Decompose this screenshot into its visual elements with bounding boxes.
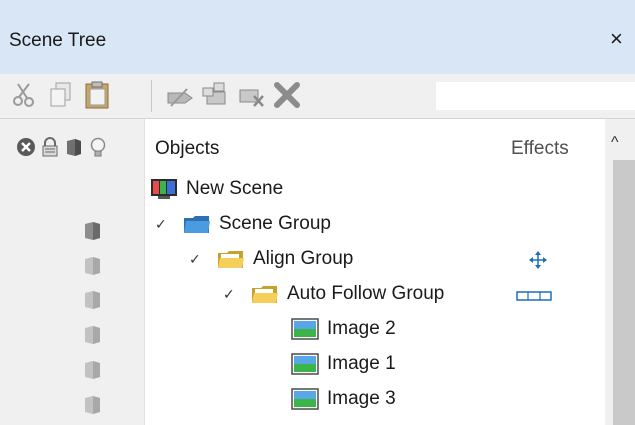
effects-column-header[interactable]: Effects: [511, 138, 569, 160]
title-bar: Scene Tree ×: [0, 0, 635, 74]
tree-row-image-3[interactable]: Image 3: [291, 381, 396, 417]
rectangle-outline-icon[interactable]: [516, 290, 552, 302]
image-icon: [291, 353, 319, 375]
yellow-folder-icon: [218, 251, 244, 268]
tree-row-align-group[interactable]: ✓ Align Group: [189, 241, 353, 277]
tree-row-scene-group[interactable]: ✓ Scene Group: [155, 206, 331, 242]
disable-icon[interactable]: [15, 136, 37, 158]
paste-icon[interactable]: [82, 80, 112, 110]
tree-item-label: Image 2: [327, 318, 396, 339]
visibility-icon[interactable]: [63, 136, 85, 158]
chevron-down-icon[interactable]: ✓: [223, 286, 241, 303]
scroll-up-arrow[interactable]: ^: [611, 134, 619, 152]
blue-folder-icon: [184, 216, 210, 233]
chevron-down-icon[interactable]: ✓: [189, 251, 207, 268]
visibility-column: [0, 119, 145, 425]
ungroup-icon[interactable]: [236, 80, 266, 110]
tree-row-image-1[interactable]: Image 1: [291, 346, 396, 382]
toolbar-separator: [151, 80, 152, 112]
lock-icon[interactable]: [39, 136, 61, 158]
visibility-toggle-icon[interactable]: [80, 255, 104, 277]
tree-item-label: Align Group: [253, 248, 354, 269]
delete-icon[interactable]: [272, 80, 302, 110]
visibility-toggle-icon[interactable]: [80, 394, 104, 416]
tree-item-label: Scene Group: [219, 213, 331, 234]
image-icon: [291, 318, 319, 340]
cut-icon[interactable]: [10, 80, 40, 110]
tree-item-label: Image 3: [327, 388, 396, 409]
tree-row-image-2[interactable]: Image 2: [291, 311, 396, 347]
visibility-toggle-icon[interactable]: [80, 289, 104, 311]
window-title: Scene Tree: [9, 30, 107, 51]
visibility-toggle-icon[interactable]: [80, 220, 104, 242]
chevron-down-icon[interactable]: ✓: [155, 216, 173, 233]
tree-row-auto-follow-group[interactable]: ✓ Auto Follow Group: [223, 276, 444, 312]
scene-icon: [151, 179, 177, 199]
move-arrows-icon[interactable]: [528, 250, 548, 270]
tree-item-label: New Scene: [186, 178, 284, 199]
copy-icon[interactable]: [46, 80, 76, 110]
close-button[interactable]: ×: [610, 28, 623, 50]
group-icon[interactable]: [200, 80, 230, 110]
search-input[interactable]: [436, 82, 635, 110]
light-icon[interactable]: [87, 136, 109, 158]
tree-row-new-scene[interactable]: New Scene: [150, 171, 283, 207]
toolbar: [0, 74, 635, 119]
visibility-toggle-icon[interactable]: [80, 324, 104, 346]
rename-icon[interactable]: [165, 80, 195, 110]
visibility-toggle-icon[interactable]: [80, 359, 104, 381]
yellow-folder-icon: [252, 286, 278, 303]
tree-item-label: Auto Follow Group: [287, 283, 445, 304]
objects-column-header[interactable]: Objects: [155, 138, 219, 160]
image-icon: [291, 388, 319, 410]
tree-item-label: Image 1: [327, 353, 396, 374]
scrollbar-thumb[interactable]: [613, 160, 635, 425]
